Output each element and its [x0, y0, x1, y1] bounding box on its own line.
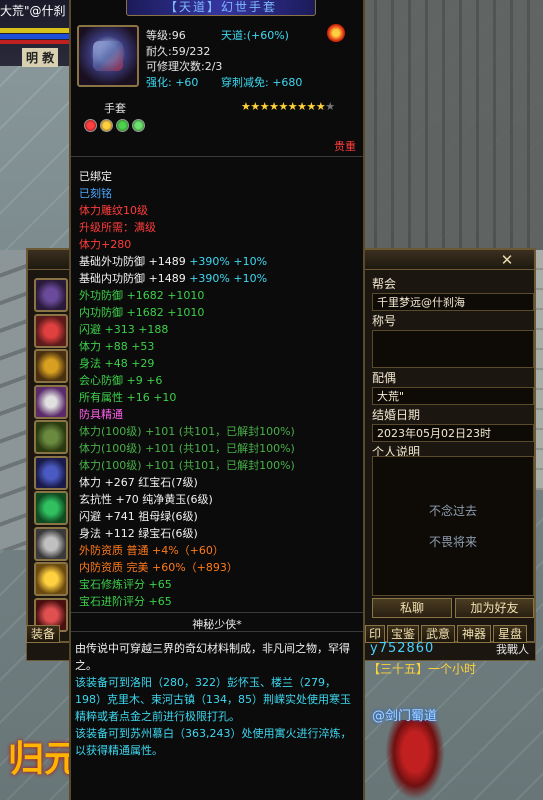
attribute-line: 基础内功防御 +1489 +390% +10%	[79, 272, 268, 285]
attribute-line: 外防资质 普通 +4%（+60）	[79, 544, 224, 557]
equip-slot-3[interactable]	[34, 349, 68, 383]
bio-line-2: 不畏将来	[428, 535, 477, 549]
attribute-line: 防具精通	[79, 408, 123, 421]
item-durability: 耐久:59/232	[146, 45, 211, 58]
equip-slot-8[interactable]	[34, 526, 68, 561]
attribute-line: 已刻铭	[79, 187, 112, 200]
item-enhance: 强化: +60	[146, 76, 199, 89]
attribute-line: 宝石进阶评分 +65	[79, 595, 172, 608]
spouse-field: 大荒"	[372, 387, 534, 405]
attribute-line: 内防资质 完美 +60%（+893）	[79, 561, 238, 574]
mp-bar	[0, 34, 75, 39]
attribute-line: 基础外功防御 +1489 +390% +10%	[79, 255, 268, 268]
tab-equipment[interactable]: 装备	[26, 625, 60, 643]
attribute-line: 会心防御 +9 +6	[79, 374, 163, 387]
attribute-line: 已绑定	[79, 170, 112, 183]
attribute-line: 内功防御 +1682 +1010	[79, 306, 205, 319]
item-rarity: 贵重	[334, 140, 356, 153]
item-stars: ★★★★★★★★★★	[241, 100, 335, 113]
attribute-line: 体力 +88 +53	[79, 340, 155, 353]
chat-number: y752860	[370, 641, 435, 656]
close-icon[interactable]: ✕	[498, 252, 516, 268]
attribute-line: 玄抗性 +70 纯净黄玉(6级)	[79, 493, 213, 506]
topaz-gem-icon	[100, 119, 113, 132]
attribute-line: 体力(100级) +101 (共101，已解封100%)	[79, 442, 295, 455]
attribute-line: 体力 +267 红宝石(7级)	[79, 476, 198, 489]
building-roof	[360, 0, 543, 250]
attribute-line: 身法 +112 绿宝石(6级)	[79, 527, 198, 540]
item-level: 等级:96	[146, 29, 186, 42]
equip-slot-5[interactable]	[34, 420, 68, 454]
item-author: 神秘少侠*	[192, 618, 242, 631]
title-field	[372, 330, 534, 368]
guild-field: 千里梦远@什刹海	[372, 293, 534, 311]
chat-line: 【三十五】一个小时	[368, 662, 477, 676]
divider	[71, 612, 363, 613]
attribute-line: 体力+280	[79, 238, 132, 251]
player-hud: 大荒"@什刹 明 教	[0, 0, 75, 67]
item-pierce-reduce: 穿刺减免: +680	[221, 76, 303, 89]
bio-line-1: 不念过去	[428, 504, 477, 518]
item-tooltip: 【天道】幻世手套 等级:96 天道:(+60%) 耐久:59/232 可修理次数…	[69, 0, 365, 800]
item-repairs: 可修理次数:2/3	[146, 60, 223, 73]
blue-player-name[interactable]: @剑门蜀道	[372, 705, 437, 724]
item-tiandao: 天道:(+60%)	[221, 29, 289, 42]
attribute-line: 所有属性 +16 +10	[79, 391, 177, 404]
chat-right-text: 我戰人	[496, 643, 529, 656]
equip-slot-6[interactable]	[34, 455, 68, 490]
attribute-line: 宝石修炼评分 +65	[79, 578, 172, 591]
wedding-label: 结婚日期	[372, 408, 421, 422]
equip-slot-9[interactable]	[34, 562, 68, 596]
fire-element-icon	[327, 24, 345, 42]
attribute-line: 闪避 +741 祖母绿(6级)	[79, 510, 198, 523]
star-full-icons: ★★★★★★★★★	[241, 100, 326, 113]
rage-bar	[0, 40, 75, 44]
bio-box: 不念过去 不畏将来	[372, 456, 534, 596]
guild-label: 帮会	[372, 277, 397, 291]
lore-paragraph: 该装备可到洛阳（280，322）彭怀玉、楼兰（279，198）克里木、束河古镇（…	[75, 676, 351, 723]
title-label: 称号	[372, 314, 397, 328]
hp-bar	[0, 28, 75, 33]
equip-slot-1[interactable]	[34, 278, 68, 312]
red-character-sprite[interactable]	[385, 720, 445, 800]
divider	[71, 156, 363, 157]
sect-label: 明 教	[22, 48, 59, 67]
item-title: 【天道】幻世手套	[126, 0, 316, 16]
equip-slot-2[interactable]	[34, 313, 68, 348]
attribute-line: 身法 +48 +29	[79, 357, 155, 370]
attribute-list: 已绑定已刻铭体力雕纹10级 升级所需：满级 体力+280 基础外功防御 +1489 +…	[79, 168, 364, 610]
equip-slot-7[interactable]	[34, 491, 68, 525]
divider	[71, 631, 363, 632]
attribute-line: 体力(100级) +101 (共101，已解封100%)	[79, 425, 295, 438]
spouse-label: 配偶	[372, 371, 397, 385]
gloves-icon	[77, 25, 139, 87]
lore-paragraph: 该装备可到苏州慕白（363,243）处使用寓火进行淬炼，以获得精通属性。	[75, 727, 352, 757]
item-type: 手套	[104, 102, 126, 115]
equip-slot-4[interactable]	[34, 384, 68, 419]
equipment-slot-column	[34, 278, 74, 633]
ruby-gem-icon	[84, 119, 97, 132]
player-name[interactable]: 大荒"@什刹	[0, 2, 66, 19]
attribute-line: 体力(100级) +101 (共101，已解封100%)	[79, 459, 295, 472]
wedding-field: 2023年05月02日23时	[372, 424, 534, 442]
emerald-gem-icon	[116, 119, 129, 132]
green-gem-icon	[132, 119, 145, 132]
attribute-line: 体力雕纹10级	[79, 204, 148, 217]
attribute-line: 外功防御 +1682 +1010	[79, 289, 205, 302]
attribute-line: 升级所需：满级	[79, 221, 156, 234]
star-empty-icon: ★	[325, 100, 335, 113]
lore-paragraph: 由传说中可穿越三界的奇幻材料制成，非凡间之物，罕得之。	[75, 642, 350, 672]
attribute-line: 闪避 +313 +188	[79, 323, 169, 336]
item-lore: 由传说中可穿越三界的奇幻材料制成，非凡间之物，罕得之。该装备可到洛阳（280，3…	[75, 640, 361, 759]
tab-artifact[interactable]: 神器	[457, 625, 491, 643]
character-info-fields: 帮会 千里梦远@什刹海 称号 配偶 大荒" 结婚日期 2023年05月02日23…	[372, 276, 534, 461]
add-friend-button[interactable]: 加为好友	[455, 598, 534, 618]
private-chat-button[interactable]: 私聊	[372, 598, 452, 618]
